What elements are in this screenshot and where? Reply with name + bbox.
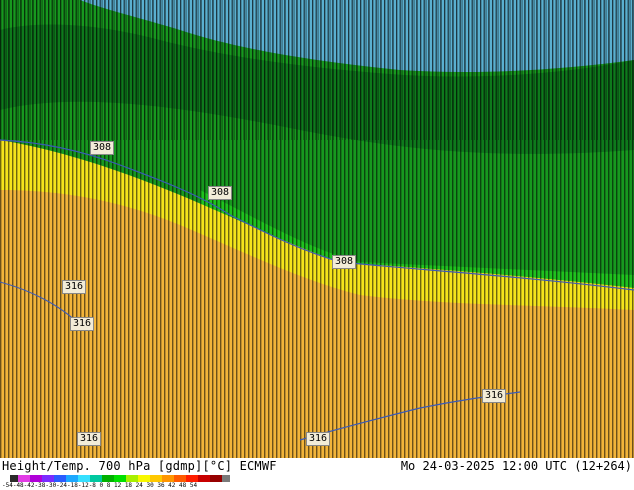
legend-swatch [210,475,222,482]
legend-swatch [78,475,90,482]
forecast-time: Mo 24-03-2025 12:00 UTC (12+264) [400,459,632,473]
legend-swatch [10,475,18,482]
contour-label: 316 [62,280,87,294]
legend-swatch [66,475,78,482]
weather-map: 308 308 308 316 316 316 316 316 [0,0,634,458]
map-title: Height/Temp. 700 hPa [gdmp][°C] ECMWF [2,459,277,473]
legend-swatch [30,475,42,482]
legend-swatch [18,475,30,482]
legend-color-bar [10,475,230,482]
contour-label: 308 [208,186,233,200]
temperature-field [0,0,634,458]
contour-label: 316 [70,317,95,331]
map-footer: Height/Temp. 700 hPa [gdmp][°C] ECMWF Mo… [0,458,634,490]
legend-swatch [222,475,230,482]
contour-label: 308 [90,141,115,155]
legend-swatch [114,475,126,482]
legend-swatch [42,475,54,482]
legend-swatch [102,475,114,482]
contour-label: 316 [306,432,331,446]
legend-swatch [198,475,210,482]
legend-swatch [54,475,66,482]
legend-swatch [150,475,162,482]
contour-label: 316 [482,389,507,403]
legend-swatch [174,475,186,482]
contour-label: 308 [332,255,357,269]
legend-labels: -54-48-42-38-30-24-18-12-8 0 8 12 18 24 … [2,482,198,489]
color-legend: -54-48-42-38-30-24-18-12-8 0 8 12 18 24 … [2,475,302,490]
legend-swatch [162,475,174,482]
legend-swatch [90,475,102,482]
legend-swatch [138,475,150,482]
contour-label: 316 [77,432,102,446]
legend-swatch [186,475,198,482]
legend-swatch [126,475,138,482]
